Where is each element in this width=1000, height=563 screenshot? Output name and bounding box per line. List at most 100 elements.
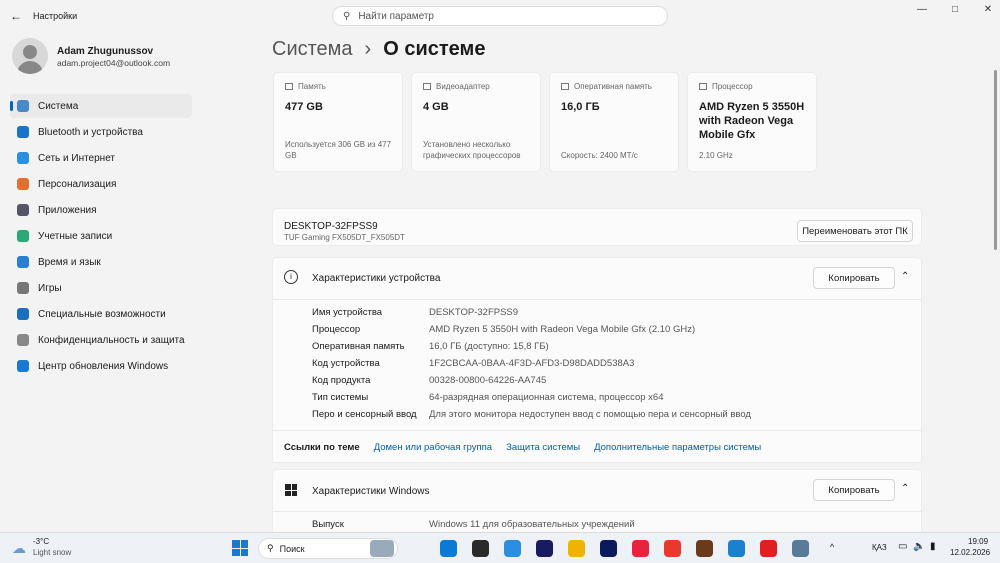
sidebar-item[interactable]: Сеть и Интернет	[10, 146, 192, 170]
volume-icon[interactable]: 🔈	[913, 541, 925, 552]
start-button[interactable]	[232, 540, 248, 556]
card-icon	[561, 83, 569, 90]
related-links-label: Ссылки по теме	[284, 441, 360, 453]
spec-value: 1F2CBCAA-0BAA-4F3D-AFD3-D98DADD538A3	[429, 358, 635, 369]
card-label: Видеоадаптер	[436, 82, 490, 91]
card-value: 4 GB	[423, 101, 449, 113]
device-name-panel: DESKTOP-32FPSS9 TUF Gaming FX505DT_FX505…	[272, 208, 922, 246]
taskbar-app-icon[interactable]	[440, 540, 457, 557]
spec-value: AMD Ryzen 5 3550H with Radeon Vega Mobil…	[429, 324, 696, 335]
sidebar-item-icon	[17, 152, 29, 164]
rename-pc-button[interactable]: Переименовать этот ПК	[797, 220, 913, 242]
sidebar-item[interactable]: Персонализация	[10, 172, 192, 196]
search-icon: ⚲	[267, 543, 274, 553]
sidebar-item-label: Система	[38, 100, 79, 112]
spec-key: Код устройства	[312, 358, 380, 369]
taskbar-search-label: Поиск	[279, 543, 305, 554]
sidebar-item-label: Время и язык	[38, 256, 101, 268]
sidebar-item[interactable]: Центр обновления Windows	[10, 354, 192, 378]
clock-time[interactable]: 19:09	[968, 537, 988, 546]
taskbar-app-icon[interactable]	[472, 540, 489, 557]
sidebar-item-icon	[17, 126, 29, 138]
sidebar-item[interactable]: Игры	[10, 276, 192, 300]
link-domain[interactable]: Домен или рабочая группа	[374, 442, 492, 453]
weather-icon: ☁	[12, 540, 26, 556]
minimize-button[interactable]: —	[912, 4, 932, 20]
taskbar-app-icon[interactable]	[568, 540, 585, 557]
taskbar-app-icon[interactable]	[504, 540, 521, 557]
chevron-up-icon[interactable]: ^	[830, 542, 834, 552]
taskbar-app-icon[interactable]	[600, 540, 617, 557]
card-value: 16,0 ГБ	[561, 101, 600, 113]
sidebar-item-icon	[17, 256, 29, 268]
sidebar-item[interactable]: Bluetooth и устройства	[10, 120, 192, 144]
spec-row: Тип системы 64-разрядная операционная сис…	[312, 392, 663, 403]
taskbar-app-icon[interactable]	[792, 540, 809, 557]
spec-key: Код продукта	[312, 375, 371, 386]
windows-header[interactable]: Характеристики Windows Копировать ⌃	[273, 470, 921, 512]
battery-icon[interactable]: ▮	[930, 541, 936, 552]
specs-header[interactable]: i Характеристики устройства Копировать ⌃	[273, 258, 921, 300]
chevron-up-icon[interactable]: ⌃	[901, 483, 909, 494]
taskbar-app-icon[interactable]	[632, 540, 649, 557]
language-indicator[interactable]: ҚАЗ	[872, 543, 887, 552]
spec-row: Оперативная память 16,0 ГБ (доступно: 15,…	[312, 341, 549, 352]
page-title: О системе	[383, 38, 486, 60]
related-links: Ссылки по теме Домен или рабочая группа …	[273, 430, 921, 463]
sidebar-item-icon	[17, 230, 29, 242]
spec-row: Перо и сенсорный ввод Для этого монитора …	[312, 409, 751, 420]
card-value: AMD Ryzen 5 3550H with Radeon Vega Mobil…	[699, 101, 805, 141]
card-icon	[285, 83, 293, 90]
sidebar-item-label: Персонализация	[38, 178, 117, 190]
sidebar-item-label: Приложения	[38, 204, 97, 216]
spec-value: DESKTOP-32FPSS9	[429, 307, 519, 318]
copy-windows-button[interactable]: Копировать	[813, 479, 895, 501]
search-placeholder: Найти параметр	[358, 10, 434, 22]
copy-specs-button[interactable]: Копировать	[813, 267, 895, 289]
taskbar-app-icon[interactable]	[696, 540, 713, 557]
sidebar-item-icon	[17, 100, 29, 112]
weather-temp[interactable]: -3°C	[33, 537, 49, 546]
specs-title: Характеристики устройства	[312, 273, 441, 284]
sidebar-item-label: Центр обновления Windows	[38, 360, 169, 372]
taskbar-app-icon[interactable]	[370, 540, 394, 557]
taskbar-app-icon[interactable]	[664, 540, 681, 557]
sidebar-item-label: Специальные возможности	[38, 308, 166, 320]
search-icon: ⚲	[343, 10, 351, 22]
sidebar-item[interactable]: Система	[10, 94, 192, 118]
sidebar-item-label: Игры	[38, 282, 62, 294]
spec-card: Процессор AMD Ryzen 5 3550H with Radeon V…	[687, 72, 817, 172]
clock-date[interactable]: 12.02.2026	[950, 548, 990, 557]
device-model: TUF Gaming FX505DT_FX505DT	[284, 233, 405, 242]
back-button[interactable]: ←	[10, 9, 22, 23]
sidebar-item[interactable]: Конфиденциальность и защита	[10, 328, 192, 352]
spec-card: Память 477 GB Используется 306 GB из 477 G…	[273, 72, 403, 172]
sidebar-item[interactable]: Специальные возможности	[10, 302, 192, 326]
sidebar-item-label: Сеть и Интернет	[38, 152, 116, 164]
card-label: Оперативная память	[574, 82, 652, 91]
maximize-button[interactable]: □	[945, 4, 965, 20]
sidebar-item[interactable]: Приложения	[10, 198, 192, 222]
info-icon: i	[284, 270, 298, 284]
close-button[interactable]: ✕	[978, 4, 998, 20]
weather-text[interactable]: Light snow	[33, 548, 71, 557]
taskbar-app-icon[interactable]	[760, 540, 777, 557]
link-system-protection[interactable]: Защита системы	[506, 442, 580, 453]
windows-icon	[285, 484, 297, 496]
link-advanced-settings[interactable]: Дополнительные параметры системы	[594, 442, 761, 453]
search-input[interactable]: ⚲ Найти параметр	[332, 6, 668, 26]
sidebar-item[interactable]: Учетные записи	[10, 224, 192, 248]
spec-value: Для этого монитора недоступен ввод с пом…	[429, 409, 751, 420]
chevron-up-icon[interactable]: ⌃	[901, 271, 909, 282]
network-icon[interactable]: ▭	[898, 541, 907, 552]
breadcrumb: Система › О системе	[272, 38, 485, 61]
sidebar-item-label: Учетные записи	[38, 230, 113, 242]
device-name: DESKTOP-32FPSS9	[284, 221, 378, 232]
breadcrumb-parent[interactable]: Система	[272, 38, 353, 61]
scrollbar[interactable]	[994, 70, 997, 250]
taskbar-app-icon[interactable]	[728, 540, 745, 557]
avatar[interactable]	[12, 38, 48, 74]
user-email: adam.project04@outlook.com	[57, 58, 171, 68]
sidebar-item[interactable]: Время и язык	[10, 250, 192, 274]
taskbar-app-icon[interactable]	[536, 540, 553, 557]
